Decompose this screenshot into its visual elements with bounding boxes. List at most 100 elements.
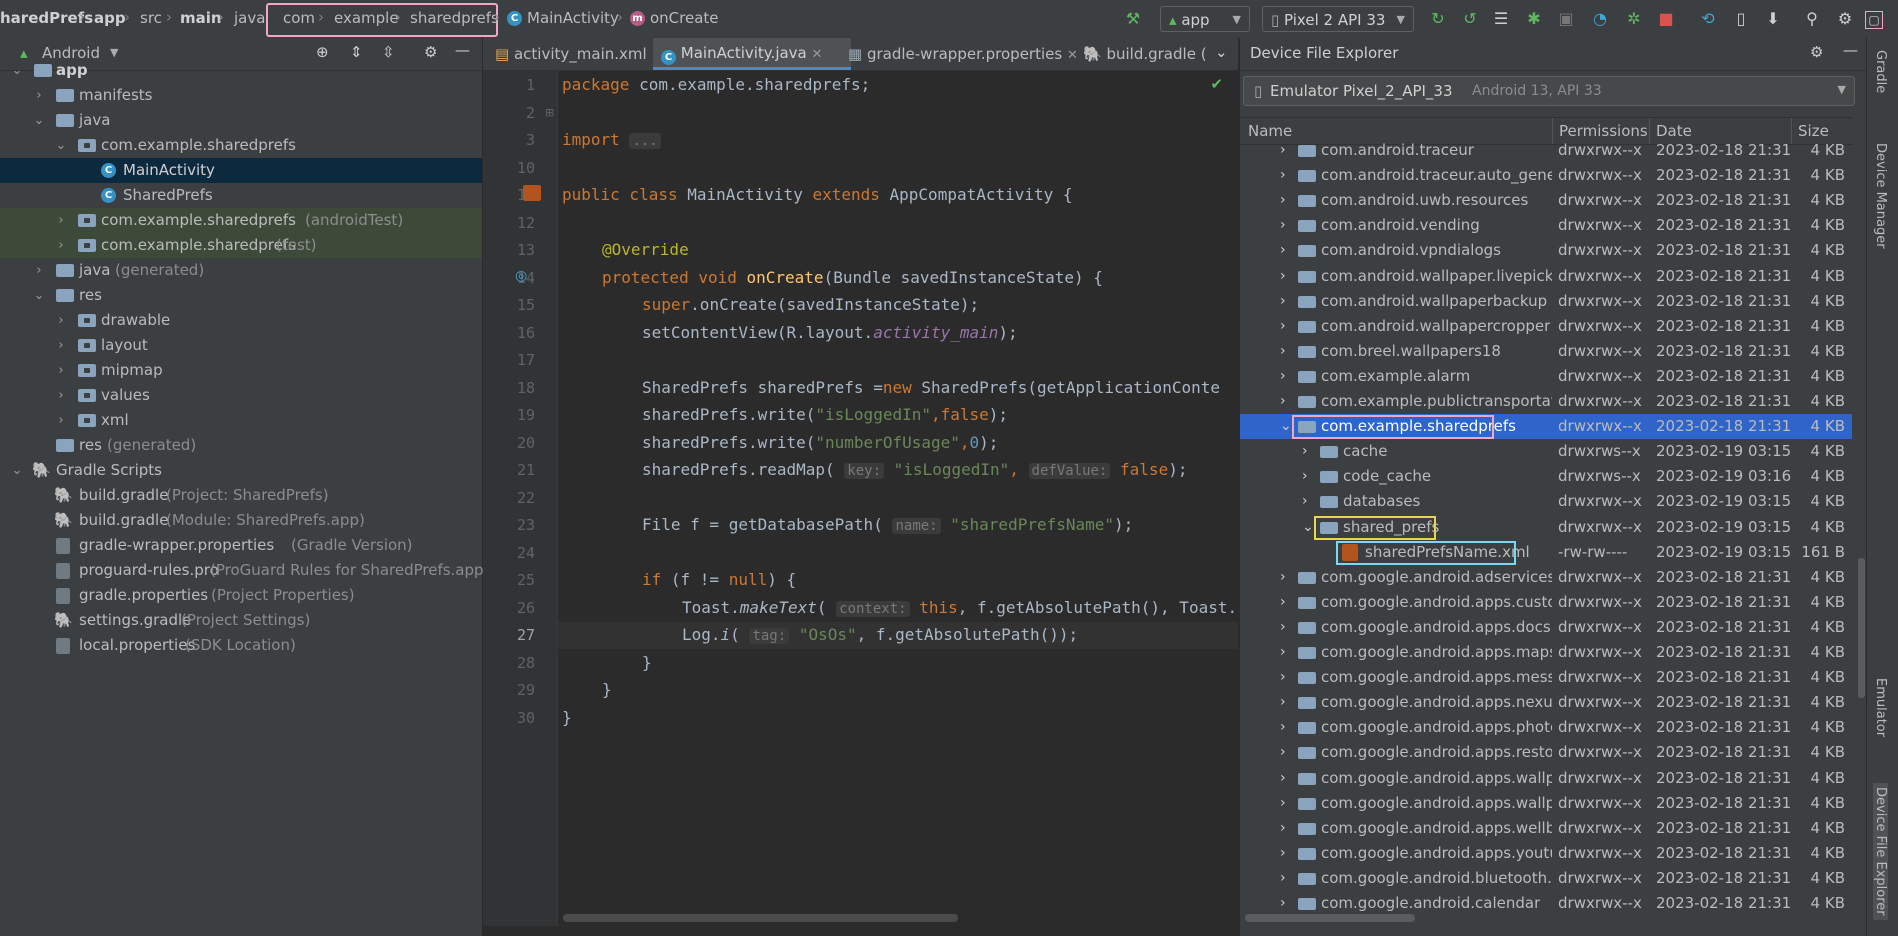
breadcrumb-app[interactable]: app (94, 9, 126, 27)
file-row[interactable]: › com.android.uwb.resources drwxrwx--x 2023… (1240, 188, 1852, 213)
list-icon[interactable]: ☰ (1490, 8, 1512, 30)
chevron-right-icon[interactable]: › (1302, 464, 1308, 489)
chevron-right-icon[interactable]: › (1280, 690, 1286, 715)
run-gutter-icon[interactable] (523, 185, 541, 201)
device-dropdown[interactable]: ▯ Pixel 2 API 33 ▼ (1262, 6, 1414, 32)
chevron-right-icon[interactable]: › (1280, 791, 1286, 816)
run-configuration-dropdown[interactable]: ▴ app ▼ (1160, 6, 1250, 32)
breadcrumb-java[interactable]: java (234, 9, 265, 27)
tree-item-layout[interactable]: › layout (0, 333, 482, 358)
tree-item-proguard[interactable]: proguard-rules.pro (ProGuard Rules for S… (0, 558, 489, 583)
file-row[interactable]: › com.breel.wallpapers18 drwxrwx--x 2023-02… (1240, 339, 1852, 364)
chevron-down-icon[interactable]: ⌄ (1280, 414, 1292, 439)
file-row[interactable]: › databases drwxrwx--x 2023-02-19 03:15 4 KB (1240, 489, 1852, 514)
file-row[interactable]: sharedPrefsName.xml -rw-rw---- 2023-02-19 … (1240, 540, 1852, 565)
file-row[interactable]: › com.google.android.apps.wallp drwxrwx--x… (1240, 791, 1852, 816)
file-row[interactable]: › com.google.android.adservices. drwxrwx--… (1240, 565, 1852, 590)
tool-window-gradle[interactable]: Gradle (1873, 50, 1888, 93)
chevron-right-icon[interactable]: › (1280, 740, 1286, 765)
file-row[interactable]: › com.google.android.apps.nexus drwxrwx--x… (1240, 690, 1852, 715)
tree-item-mipmap[interactable]: › mipmap (0, 358, 482, 383)
chevron-right-icon[interactable]: › (1280, 213, 1286, 238)
tree-item-gradle-scripts[interactable]: ⌄ 🐘 Gradle Scripts (0, 458, 482, 483)
tree-item-settings-gradle[interactable]: 🐘 settings.gradle (Project Settings) (0, 608, 482, 633)
tree-item-local-properties[interactable]: local.properties (SDK Location) (0, 633, 482, 658)
file-row[interactable]: › com.google.android.apps.docs drwxrwx--x 2… (1240, 615, 1852, 640)
code-editor[interactable]: ✔ package com.example.sharedprefs; impor… (558, 71, 1238, 926)
override-gutter-icon[interactable]: ◎ (515, 268, 527, 284)
tree-item-build-gradle-project[interactable]: 🐘 build.gradle (Project: SharedPrefs) (0, 483, 482, 508)
chevron-right-icon[interactable]: › (1280, 138, 1286, 163)
chevron-right-icon[interactable]: › (1302, 489, 1308, 514)
file-row[interactable]: ⌄ com.example.sharedprefs drwxrwx--x 2023-0… (1240, 414, 1852, 440)
close-icon[interactable]: ✕ (812, 47, 823, 62)
tab-build-gradle[interactable]: 🐘 build.gradle ( (1083, 38, 1213, 70)
horizontal-scrollbar[interactable] (1245, 914, 1415, 922)
device-selector-dropdown[interactable]: ▯ Emulator Pixel_2_API_33 Android 13, AP… (1243, 76, 1855, 106)
file-row[interactable]: › com.google.android.apps.wellb drwxrwx--x… (1240, 816, 1852, 841)
breadcrumb-sharedprefs[interactable]: sharedprefs (410, 9, 499, 27)
chevron-right-icon[interactable]: › (1280, 238, 1286, 263)
file-row[interactable]: › cache drwxrws--x 2023-02-19 03:15 4 KB (1240, 439, 1852, 464)
tool-window-emulator[interactable]: Emulator (1873, 678, 1888, 737)
chevron-right-icon[interactable]: › (1280, 163, 1286, 188)
breadcrumb-oncreate[interactable]: onCreate (650, 9, 719, 27)
chevron-right-icon[interactable]: › (1280, 590, 1286, 615)
vertical-scrollbar[interactable] (1858, 558, 1865, 698)
tree-item-xml[interactable]: › xml (0, 408, 482, 433)
tree-item-mainactivity[interactable]: C MainActivity (0, 158, 482, 183)
gear-icon[interactable]: ⚙ (1810, 43, 1823, 61)
tree-item-package-androidtest[interactable]: › com.example.sharedprefs (androidTest) (0, 208, 482, 233)
apply-changes-icon[interactable]: ↺ (1459, 8, 1481, 30)
tab-list-chevron-icon[interactable]: ⌄ (1215, 43, 1228, 61)
chevron-right-icon[interactable]: › (1280, 364, 1286, 389)
tab-activity-main-xml[interactable]: ▤ activity_main.xml ✕ (495, 38, 662, 70)
chevron-right-icon[interactable]: › (1280, 891, 1286, 913)
hide-icon[interactable]: — (1843, 41, 1858, 59)
attach-debugger-icon[interactable]: ▣ (1555, 8, 1577, 30)
file-row[interactable]: › com.example.publictransportati drwxrwx--… (1240, 389, 1852, 414)
rerun-icon[interactable]: ↻ (1427, 8, 1449, 30)
profiler-icon[interactable]: ◔ (1589, 8, 1611, 30)
chevron-right-icon[interactable]: › (1280, 640, 1286, 665)
tree-item-package-test[interactable]: › com.example.sharedprefs (test) (0, 233, 482, 258)
chevron-right-icon[interactable]: › (1280, 665, 1286, 690)
chevron-right-icon[interactable]: › (1280, 766, 1286, 791)
sync-gradle-icon[interactable]: ⟲ (1697, 8, 1719, 30)
file-row[interactable]: › com.google.android.bluetooth.s drwxrwx--… (1240, 866, 1852, 891)
file-row[interactable]: › com.android.vending drwxrwx--x 2023-02-18… (1240, 213, 1852, 238)
tree-item-app[interactable]: ⌄ app (0, 58, 482, 83)
file-row[interactable]: › com.google.android.apps.custo drwxrwx--x… (1240, 590, 1852, 615)
tree-item-java[interactable]: ⌄ java (0, 108, 482, 133)
chevron-right-icon[interactable]: › (1280, 866, 1286, 891)
chevron-right-icon[interactable]: › (1280, 389, 1286, 414)
breadcrumb-mainactivity[interactable]: MainActivity (527, 9, 619, 27)
fold-marker-icon[interactable]: ⊞ (545, 106, 554, 119)
chevron-down-icon[interactable]: ⌄ (1302, 515, 1314, 540)
file-row[interactable]: ⌄ shared_prefs drwxrwx--x 2023-02-19 03:15 4… (1240, 515, 1852, 540)
file-row[interactable]: › code_cache drwxrws--x 2023-02-19 03:16 4 K… (1240, 464, 1852, 489)
file-row[interactable]: › com.google.android.apps.wallp drwxrwx--x… (1240, 766, 1852, 791)
file-row[interactable]: › com.google.android.apps.youtu drwxrwx--x… (1240, 841, 1852, 866)
tree-item-res-generated[interactable]: res (generated) (0, 433, 482, 458)
debug-icon[interactable]: ✱ (1523, 8, 1545, 30)
stop-icon[interactable]: ■ (1655, 8, 1677, 30)
file-row[interactable]: › com.google.android.apps.photc drwxrwx--x… (1240, 715, 1852, 740)
chevron-right-icon[interactable]: › (1280, 715, 1286, 740)
tree-item-build-gradle-module[interactable]: 🐘 build.gradle (Module: SharedPrefs.app) (0, 508, 482, 533)
chevron-right-icon[interactable]: › (1280, 264, 1286, 289)
file-row[interactable]: › com.android.vpndialogs drwxrwx--x 2023-02… (1240, 238, 1852, 263)
horizontal-scrollbar[interactable] (563, 914, 958, 922)
file-row[interactable]: › com.android.traceur.auto_gener drwxrwx--… (1240, 163, 1852, 188)
chevron-right-icon[interactable]: › (1280, 339, 1286, 364)
tree-item-java-generated[interactable]: › java (generated) (0, 258, 482, 283)
tool-window-device-file-explorer[interactable]: Device File Explorer (1873, 783, 1888, 920)
chevron-right-icon[interactable]: › (1280, 289, 1286, 314)
search-icon[interactable]: ⚲ (1801, 8, 1823, 30)
file-row[interactable]: › com.android.wallpapercropper drwxrwx--x 2… (1240, 314, 1852, 339)
tab-mainactivity-java[interactable]: C MainActivity.java ✕ (653, 38, 851, 70)
tree-item-gradle-wrapper[interactable]: gradle-wrapper.properties (Gradle Versio… (0, 533, 482, 558)
device-manager-icon[interactable]: ▯ (1730, 8, 1752, 30)
chevron-right-icon[interactable]: › (1280, 188, 1286, 213)
chevron-right-icon[interactable]: › (1280, 615, 1286, 640)
